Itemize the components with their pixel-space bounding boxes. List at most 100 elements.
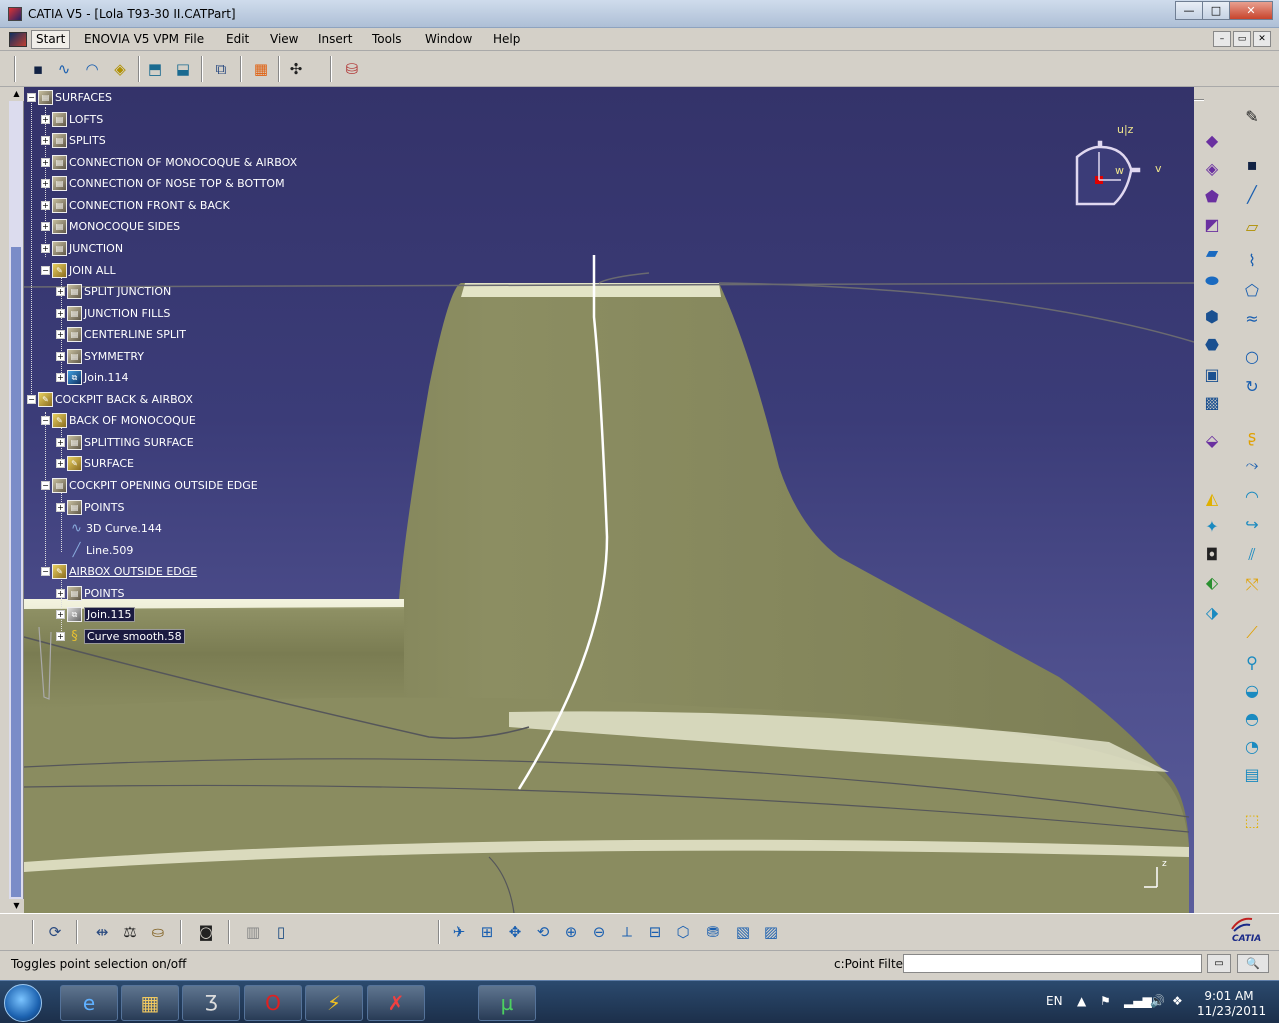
tray-flag-icon[interactable]: ⚑: [1100, 994, 1111, 1008]
connect-curve-icon[interactable]: ↪: [1240, 513, 1264, 537]
spine-icon[interactable]: ʂ: [1240, 425, 1264, 449]
taskbar-opera-icon[interactable]: O: [244, 985, 302, 1021]
plane-tool-icon[interactable]: ▱: [1240, 215, 1264, 239]
healing-icon[interactable]: ▩: [1200, 391, 1224, 415]
tree-node-join-115[interactable]: + ⧉ Join.115: [56, 606, 135, 622]
measure-icon[interactable]: ⇹: [91, 921, 113, 943]
doc-close-button[interactable]: ✕: [1253, 31, 1271, 47]
tree-node-line-509[interactable]: ╱ Line.509: [69, 542, 134, 558]
parallel-curve-icon[interactable]: ≈: [1240, 307, 1264, 331]
taskbar-winamp-icon[interactable]: ⚡: [305, 985, 363, 1021]
extract-icon[interactable]: ◘: [1200, 543, 1224, 567]
doc-restore-button[interactable]: ▭: [1233, 31, 1251, 47]
shading-icon[interactable]: ⛃: [702, 921, 724, 943]
circle-icon[interactable]: ○: [1240, 345, 1264, 369]
sweep-icon[interactable]: ◠: [81, 58, 103, 80]
grid-icon[interactable]: ▦: [250, 58, 272, 80]
tree-node-3d-curve-144[interactable]: ∿ 3D Curve.144: [69, 520, 162, 536]
tree-node-surfaces[interactable]: − ▤ SURFACES: [27, 89, 112, 105]
multi-view-icon[interactable]: ⊟: [644, 921, 666, 943]
command-input[interactable]: [903, 954, 1202, 973]
tree-node-surface[interactable]: + ✎ SURFACE: [56, 455, 134, 471]
spiral-icon[interactable]: ↻: [1240, 375, 1264, 399]
fillet-icon[interactable]: ◭: [1200, 487, 1224, 511]
helix-icon[interactable]: ⚲: [1240, 651, 1264, 675]
tree-node-connection-monocoque-airbox[interactable]: + ▤ CONNECTION OF MONOCOQUE & AIRBOX: [41, 154, 297, 170]
swap-space-icon[interactable]: ▨: [760, 921, 782, 943]
zoom-out-icon[interactable]: ⊖: [588, 921, 610, 943]
tree-node-airbox-outside-edge[interactable]: − ✎ AIRBOX OUTSIDE EDGE: [41, 563, 197, 579]
tray-network-icon[interactable]: ▂▄▆: [1124, 994, 1152, 1008]
compass[interactable]: u|z w v: [1069, 122, 1162, 212]
taskbar-app-icon[interactable]: ✗: [367, 985, 425, 1021]
tree-node-join-all[interactable]: − ✎ JOIN ALL: [41, 262, 116, 278]
maximize-button[interactable]: □: [1202, 1, 1230, 20]
tree-node-points[interactable]: + ▤ POINTS: [56, 499, 124, 515]
catalog-browser-icon[interactable]: ⛁: [341, 58, 363, 80]
draft-analysis-icon[interactable]: ◔: [1240, 735, 1264, 759]
rotate-icon[interactable]: ⟲: [532, 921, 554, 943]
tree-node-curve-smooth-58[interactable]: + § Curve smooth.58: [56, 628, 185, 644]
search-icon[interactable]: 🔍: [1237, 954, 1269, 973]
polyline-icon[interactable]: ⤳: [1240, 453, 1264, 477]
capture-icon[interactable]: ◙: [195, 921, 217, 943]
minimize-button[interactable]: —: [1175, 1, 1203, 20]
hide-show-icon[interactable]: ▯: [270, 921, 292, 943]
apply-material-bottom-icon[interactable]: ⛀: [147, 921, 169, 943]
combine-icon[interactable]: ⤲: [1240, 573, 1264, 597]
3d-viewport[interactable]: ▲ ▼ − ▤ SURFACES + ▤ LOFTS + ▤ SPLITS + ▤ CONNEC…: [9, 87, 1194, 913]
revolve-surface-icon[interactable]: ◈: [1200, 157, 1224, 181]
scrollbar-thumb[interactable]: [11, 247, 21, 897]
menu-help[interactable]: Help: [493, 32, 520, 46]
tools-palette-icon[interactable]: ▥: [242, 921, 264, 943]
fly-mode-icon[interactable]: ✈: [448, 921, 470, 943]
tree-node-centerline-split[interactable]: + ▤ CENTERLINE SPLIT: [56, 326, 186, 342]
axis-system-icon[interactable]: ✣: [285, 58, 307, 80]
catia-menu-logo-icon[interactable]: [9, 32, 27, 47]
menu-view[interactable]: View: [270, 32, 298, 46]
start-orb-icon[interactable]: [4, 984, 42, 1022]
iso-view-icon[interactable]: ⬡: [672, 921, 694, 943]
tree-node-symmetry[interactable]: + ▤ SYMMETRY: [56, 348, 144, 364]
fit-all-icon[interactable]: ⊞: [476, 921, 498, 943]
menu-insert[interactable]: Insert: [318, 32, 352, 46]
tree-node-monocoque-sides[interactable]: + ▤ MONOCOQUE SIDES: [41, 218, 180, 234]
extrude-surface-icon[interactable]: ◆: [1200, 129, 1224, 153]
projection-icon[interactable]: ⌇: [1240, 249, 1264, 273]
revolve-icon[interactable]: ⬓: [172, 58, 194, 80]
command-history-button[interactable]: ▭: [1207, 954, 1231, 973]
normal-view-icon[interactable]: ⟂: [616, 921, 638, 943]
tree-node-lofts[interactable]: + ▤ LOFTS: [41, 111, 103, 127]
taskbar-ie-icon[interactable]: e: [60, 985, 118, 1021]
tree-node-splits[interactable]: + ▤ SPLITS: [41, 132, 106, 148]
menu-edit[interactable]: Edit: [226, 32, 249, 46]
tray-dropbox-icon[interactable]: ❖: [1172, 994, 1183, 1008]
sphere-surface-icon[interactable]: ⬟: [1200, 185, 1224, 209]
split-icon[interactable]: ⬙: [1200, 429, 1224, 453]
tree-scrollbar[interactable]: ▲ ▼: [9, 87, 24, 913]
tree-node-split-junction[interactable]: + ▤ SPLIT JUNCTION: [56, 283, 171, 299]
join-tool-icon[interactable]: ⧉: [210, 58, 232, 80]
tree-node-connection-front-back[interactable]: + ▤ CONNECTION FRONT & BACK: [41, 197, 230, 213]
intersection-icon[interactable]: ⬠: [1240, 279, 1264, 303]
menu-file[interactable]: File: [184, 32, 204, 46]
system-clock[interactable]: 9:01 AM 11/23/2011: [1197, 989, 1266, 1019]
translate-icon[interactable]: ✦: [1200, 515, 1224, 539]
update-icon[interactable]: ⟳: [44, 921, 66, 943]
menu-tools[interactable]: Tools: [372, 32, 402, 46]
sketch-icon[interactable]: ✎: [1240, 105, 1264, 129]
taskbar-explorer-icon[interactable]: ▦: [121, 985, 179, 1021]
surface-analysis-icon[interactable]: ◓: [1240, 707, 1264, 731]
boundary-icon[interactable]: ⬖: [1200, 571, 1224, 595]
connect-checker-icon[interactable]: ▤: [1240, 763, 1264, 787]
zoom-in-icon[interactable]: ⊕: [560, 921, 582, 943]
doc-minimize-button[interactable]: –: [1213, 31, 1231, 47]
line-tool-icon[interactable]: ╱: [1240, 183, 1264, 207]
law-icon[interactable]: ⬗: [1200, 601, 1224, 625]
tray-volume-icon[interactable]: 🔊: [1150, 994, 1165, 1008]
pan-icon[interactable]: ✥: [504, 921, 526, 943]
scroll-up-icon[interactable]: ▲: [9, 87, 24, 101]
point-icon[interactable]: ▪: [27, 58, 49, 80]
menu-enovia[interactable]: ENOVIA V5 VPM: [84, 32, 179, 46]
hide-icon[interactable]: ▧: [732, 921, 754, 943]
